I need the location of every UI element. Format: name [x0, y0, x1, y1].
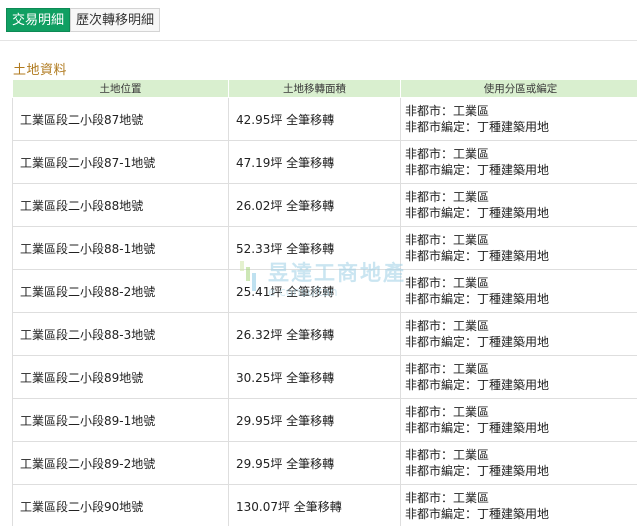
header-zoning: 使用分區或編定: [400, 79, 637, 98]
cell-area: 30.25坪 全筆移轉: [228, 355, 401, 399]
tab-transaction-details[interactable]: 交易明細: [6, 8, 70, 32]
zone-designation-line: 非都市編定：丁種建築用地: [405, 249, 550, 263]
cell-zoning: 非都市：工業區非都市編定：丁種建築用地: [400, 312, 637, 356]
zone-line: 非都市：工業區: [405, 362, 490, 376]
zone-designation-line: 非都市編定：丁種建築用地: [405, 421, 550, 435]
table-header-row: 土地位置 土地移轉面積 使用分區或編定: [12, 79, 637, 98]
tab-transfer-history[interactable]: 歷次轉移明細: [70, 8, 160, 32]
zone-line: 非都市：工業區: [405, 104, 490, 118]
table-row: 工業區段二小段87-1地號 47.19坪 全筆移轉 非都市：工業區非都市編定：丁…: [12, 140, 637, 184]
cell-zoning: 非都市：工業區非都市編定：丁種建築用地: [400, 355, 637, 399]
table-row: 工業區段二小段87地號 42.95坪 全筆移轉 非都市：工業區非都市編定：丁種建…: [12, 97, 637, 141]
cell-area: 25.41坪 全筆移轉: [228, 269, 401, 313]
cell-zoning: 非都市：工業區非都市編定：丁種建築用地: [400, 226, 637, 270]
cell-location: 工業區段二小段88-1地號: [12, 226, 229, 270]
tab-bar: 交易明細 歷次轉移明細: [0, 0, 637, 41]
cell-area: 130.07坪 全筆移轉: [228, 484, 401, 526]
zone-line: 非都市：工業區: [405, 448, 490, 462]
cell-area: 52.33坪 全筆移轉: [228, 226, 401, 270]
cell-zoning: 非都市：工業區非都市編定：丁種建築用地: [400, 484, 637, 526]
zone-line: 非都市：工業區: [405, 233, 490, 247]
section-title: 土地資料: [13, 63, 68, 78]
table-row: 工業區段二小段88-3地號 26.32坪 全筆移轉 非都市：工業區非都市編定：丁…: [12, 312, 637, 356]
cell-zoning: 非都市：工業區非都市編定：丁種建築用地: [400, 140, 637, 184]
header-location: 土地位置: [12, 79, 229, 98]
cell-location: 工業區段二小段88-2地號: [12, 269, 229, 313]
header-area: 土地移轉面積: [228, 79, 401, 98]
page: 交易明細 歷次轉移明細 土地資料 土地位置 土地移轉面積 使用分區或編定 工業區…: [0, 0, 637, 526]
cell-location: 工業區段二小段88-3地號: [12, 312, 229, 356]
cell-zoning: 非都市：工業區非都市編定：丁種建築用地: [400, 97, 637, 141]
cell-area: 26.32坪 全筆移轉: [228, 312, 401, 356]
cell-location: 工業區段二小段89-1地號: [12, 398, 229, 442]
cell-location: 工業區段二小段87-1地號: [12, 140, 229, 184]
table-row: 工業區段二小段89地號 30.25坪 全筆移轉 非都市：工業區非都市編定：丁種建…: [12, 355, 637, 399]
cell-location: 工業區段二小段87地號: [12, 97, 229, 141]
table-row: 工業區段二小段90地號 130.07坪 全筆移轉 非都市：工業區非都市編定：丁種…: [12, 484, 637, 526]
cell-area: 26.02坪 全筆移轉: [228, 183, 401, 227]
table-row: 工業區段二小段89-2地號 29.95坪 全筆移轉 非都市：工業區非都市編定：丁…: [12, 441, 637, 485]
zone-line: 非都市：工業區: [405, 147, 490, 161]
land-table: 土地位置 土地移轉面積 使用分區或編定 工業區段二小段87地號 42.95坪 全…: [12, 79, 637, 526]
zone-line: 非都市：工業區: [405, 276, 490, 290]
zone-line: 非都市：工業區: [405, 491, 490, 505]
zone-designation-line: 非都市編定：丁種建築用地: [405, 206, 550, 220]
cell-location: 工業區段二小段89-2地號: [12, 441, 229, 485]
cell-location: 工業區段二小段88地號: [12, 183, 229, 227]
cell-area: 42.95坪 全筆移轉: [228, 97, 401, 141]
cell-zoning: 非都市：工業區非都市編定：丁種建築用地: [400, 183, 637, 227]
zone-designation-line: 非都市編定：丁種建築用地: [405, 507, 550, 521]
cell-location: 工業區段二小段90地號: [12, 484, 229, 526]
zone-line: 非都市：工業區: [405, 319, 490, 333]
zone-designation-line: 非都市編定：丁種建築用地: [405, 120, 550, 134]
cell-zoning: 非都市：工業區非都市編定：丁種建築用地: [400, 441, 637, 485]
zone-line: 非都市：工業區: [405, 405, 490, 419]
cell-area: 29.95坪 全筆移轉: [228, 398, 401, 442]
zone-designation-line: 非都市編定：丁種建築用地: [405, 163, 550, 177]
zone-designation-line: 非都市編定：丁種建築用地: [405, 292, 550, 306]
cell-location: 工業區段二小段89地號: [12, 355, 229, 399]
table-row: 工業區段二小段88-2地號 25.41坪 全筆移轉 非都市：工業區非都市編定：丁…: [12, 269, 637, 313]
cell-zoning: 非都市：工業區非都市編定：丁種建築用地: [400, 398, 637, 442]
table-row: 工業區段二小段88-1地號 52.33坪 全筆移轉 非都市：工業區非都市編定：丁…: [12, 226, 637, 270]
cell-zoning: 非都市：工業區非都市編定：丁種建築用地: [400, 269, 637, 313]
table-row: 工業區段二小段88地號 26.02坪 全筆移轉 非都市：工業區非都市編定：丁種建…: [12, 183, 637, 227]
zone-line: 非都市：工業區: [405, 190, 490, 204]
cell-area: 29.95坪 全筆移轉: [228, 441, 401, 485]
zone-designation-line: 非都市編定：丁種建築用地: [405, 335, 550, 349]
zone-designation-line: 非都市編定：丁種建築用地: [405, 464, 550, 478]
zone-designation-line: 非都市編定：丁種建築用地: [405, 378, 550, 392]
cell-area: 47.19坪 全筆移轉: [228, 140, 401, 184]
table-row: 工業區段二小段89-1地號 29.95坪 全筆移轉 非都市：工業區非都市編定：丁…: [12, 398, 637, 442]
